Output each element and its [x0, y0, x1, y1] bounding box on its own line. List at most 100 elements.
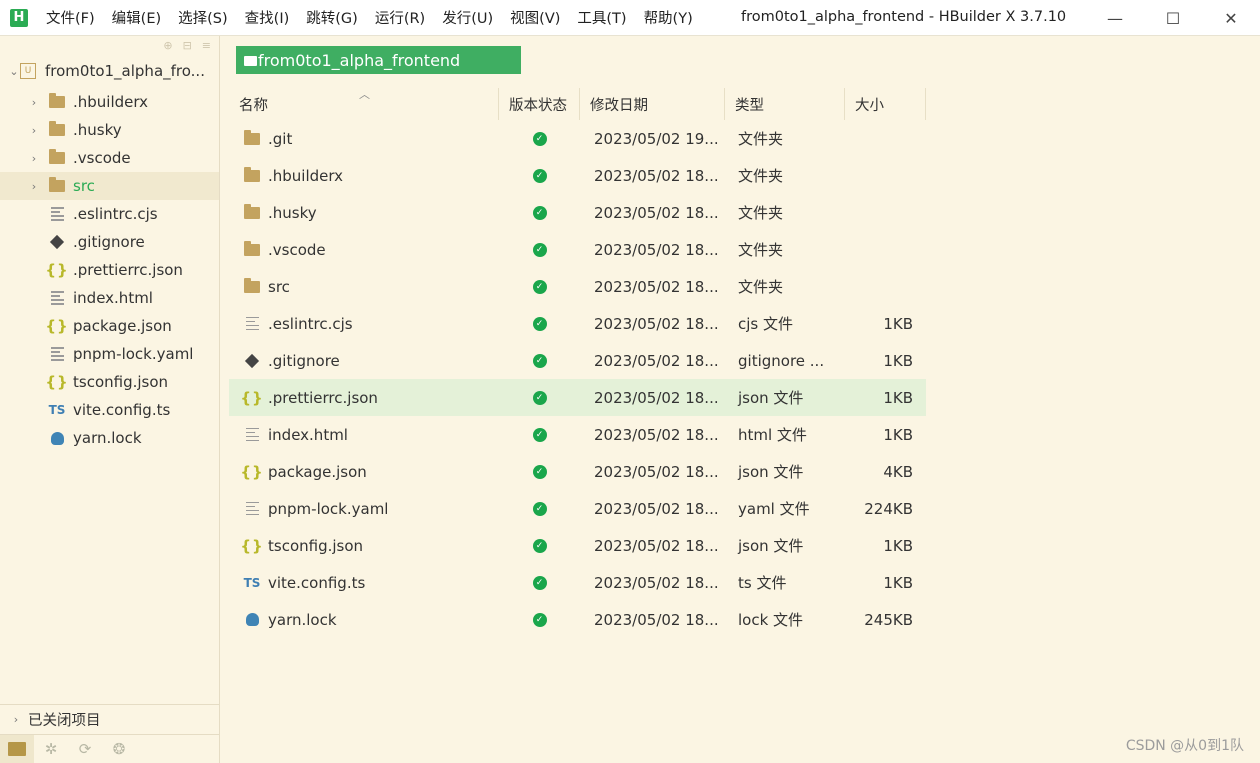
file-tree: › .hbuilderx › .husky › .vscode › src .eslintrc.… — [0, 88, 219, 452]
sidebar-toolbar: ⊕ ⊟ ≡ — [0, 36, 219, 54]
json-file-icon: {} — [240, 462, 264, 481]
tree-item[interactable]: › .vscode — [0, 144, 219, 172]
cell-date: 2023/05/02 18... — [594, 240, 719, 259]
cell-name: .git — [229, 129, 499, 148]
menu-select[interactable]: 选择(S) — [178, 7, 228, 28]
tree-item[interactable]: {} package.json — [0, 312, 219, 340]
check-circle-icon: ✓ — [532, 612, 547, 627]
text-file-icon — [243, 315, 261, 333]
cell-status: ✓ — [499, 168, 580, 183]
project-icon: U — [20, 63, 36, 79]
tree-item[interactable]: .eslintrc.cjs — [0, 200, 219, 228]
check-circle-icon: ✓ — [532, 316, 547, 331]
explorer-tab[interactable] — [0, 734, 34, 763]
path-tab-label: from0to1_alpha_frontend — [258, 50, 461, 70]
column-size[interactable]: 大小 — [845, 88, 926, 120]
tree-item-label: src — [73, 177, 95, 195]
more-icon[interactable]: ≡ — [202, 39, 211, 52]
chevron-down-icon[interactable]: ⌄ — [8, 65, 20, 78]
text-file-icon — [48, 205, 66, 223]
table-row[interactable]: .eslintrc.cjs ✓ 2023/05/02 18... cjs 文件 1KB — [229, 305, 926, 342]
maximize-button[interactable]: ☐ — [1144, 0, 1202, 36]
window-title: from0to1_alpha_frontend - HBuilder X 3.7… — [741, 9, 1067, 25]
tree-item-label: package.json — [73, 317, 172, 335]
cell-status: ✓ — [499, 279, 580, 294]
tree-item[interactable]: index.html — [0, 284, 219, 312]
chevron-right-icon[interactable]: › — [28, 124, 40, 137]
source-control-tab[interactable]: ⟳ — [68, 735, 102, 763]
git-file-icon — [243, 352, 261, 370]
menu-publish[interactable]: 发行(U) — [442, 7, 493, 28]
tree-item[interactable]: .gitignore — [0, 228, 219, 256]
table-row[interactable]: pnpm-lock.yaml ✓ 2023/05/02 18... yaml 文件 22… — [229, 490, 926, 527]
menu-edit[interactable]: 编辑(E) — [112, 7, 161, 28]
table-row[interactable]: .gitignore ✓ 2023/05/02 18... gitignore ...… — [229, 342, 926, 379]
menu-run[interactable]: 运行(R) — [375, 7, 425, 28]
locate-icon[interactable]: ⊕ — [163, 39, 172, 52]
closed-projects[interactable]: › 已关闭项目 — [0, 704, 220, 734]
menu-view[interactable]: 视图(V) — [510, 7, 560, 28]
cell-type: 文件夹 — [738, 204, 784, 222]
table-row[interactable]: index.html ✓ 2023/05/02 18... html 文件 1KB — [229, 416, 926, 453]
menu-file[interactable]: 文件(F) — [46, 7, 95, 28]
cell-name: {} tsconfig.json — [229, 537, 499, 555]
tree-item[interactable]: pnpm-lock.yaml — [0, 340, 219, 368]
cell-size: 1KB — [883, 314, 913, 333]
table-row[interactable]: src ✓ 2023/05/02 18... 文件夹 — [229, 268, 926, 305]
table-row[interactable]: yarn.lock ✓ 2023/05/02 18... lock 文件 245KB — [229, 601, 926, 638]
cell-status: ✓ — [499, 316, 580, 331]
file-name: vite.config.ts — [268, 573, 366, 592]
chevron-right-icon[interactable]: › — [28, 180, 40, 193]
check-circle-icon: ✓ — [532, 501, 547, 516]
menu-tools[interactable]: 工具(T) — [577, 7, 626, 28]
table-row[interactable]: .hbuilderx ✓ 2023/05/02 18... 文件夹 — [229, 157, 926, 194]
cell-status: ✓ — [499, 501, 580, 516]
tree-item[interactable]: TS vite.config.ts — [0, 396, 219, 424]
menu-bar: 文件(F) 编辑(E) 选择(S) 查找(I) 跳转(G) 运行(R) 发行(U… — [46, 7, 710, 28]
file-name: src — [268, 277, 290, 296]
folder-icon — [244, 56, 257, 66]
tree-item[interactable]: › .hbuilderx — [0, 88, 219, 116]
table-body: .git ✓ 2023/05/02 19... 文件夹 .hbuilderx ✓ 2023/… — [229, 120, 926, 638]
cell-date: 2023/05/02 18... — [594, 351, 719, 370]
cell-date: 2023/05/02 18... — [594, 203, 719, 222]
tree-item[interactable]: › .husky — [0, 116, 219, 144]
table-row[interactable]: {} .prettierrc.json ✓ 2023/05/02 18... json … — [229, 379, 926, 416]
path-tab[interactable]: from0to1_alpha_frontend — [236, 46, 521, 74]
column-type[interactable]: 类型 — [725, 88, 845, 120]
typescript-file-icon: TS — [48, 403, 66, 417]
tree-item[interactable]: › src — [0, 172, 219, 200]
file-name: .gitignore — [268, 351, 340, 370]
column-date[interactable]: 修改日期 — [580, 88, 725, 120]
menu-find[interactable]: 查找(I) — [245, 7, 290, 28]
project-root[interactable]: ⌄ U from0to1_alpha_fro... — [0, 54, 219, 88]
plugins-tab[interactable]: ❂ — [102, 735, 136, 763]
sidebar-bottom-toolbar: ✲ ⟳ ❂ — [0, 734, 220, 763]
tree-item[interactable]: {} .prettierrc.json — [0, 256, 219, 284]
table-row[interactable]: .git ✓ 2023/05/02 19... 文件夹 — [229, 120, 926, 157]
folder-icon — [48, 149, 66, 167]
table-row[interactable]: .husky ✓ 2023/05/02 18... 文件夹 — [229, 194, 926, 231]
cell-size: 224KB — [864, 499, 913, 518]
collapse-all-icon[interactable]: ⊟ — [183, 39, 192, 52]
table-row[interactable]: {} tsconfig.json ✓ 2023/05/02 18... json 文件 1… — [229, 527, 926, 564]
chevron-right-icon[interactable]: › — [28, 152, 40, 165]
check-circle-icon: ✓ — [532, 205, 547, 220]
menu-help[interactable]: 帮助(Y) — [644, 7, 693, 28]
cell-type: json 文件 — [738, 537, 804, 555]
chevron-right-icon[interactable]: › — [28, 96, 40, 109]
column-status[interactable]: 版本状态 — [499, 88, 580, 120]
table-row[interactable]: TS vite.config.ts ✓ 2023/05/02 18... ts 文件 1K… — [229, 564, 926, 601]
tree-item[interactable]: {} tsconfig.json — [0, 368, 219, 396]
project-name: from0to1_alpha_fro... — [45, 62, 205, 80]
menu-goto[interactable]: 跳转(G) — [306, 7, 358, 28]
cell-date: 2023/05/02 18... — [594, 610, 719, 629]
minimize-button[interactable]: — — [1086, 0, 1144, 36]
close-button[interactable]: ✕ — [1202, 0, 1260, 36]
table-row[interactable]: {} package.json ✓ 2023/05/02 18... json 文件 4K… — [229, 453, 926, 490]
debug-tab[interactable]: ✲ — [34, 735, 68, 763]
tree-item[interactable]: yarn.lock — [0, 424, 219, 452]
git-icon: ⟳ — [78, 740, 92, 758]
table-row[interactable]: .vscode ✓ 2023/05/02 18... 文件夹 — [229, 231, 926, 268]
file-name: .prettierrc.json — [268, 388, 378, 407]
